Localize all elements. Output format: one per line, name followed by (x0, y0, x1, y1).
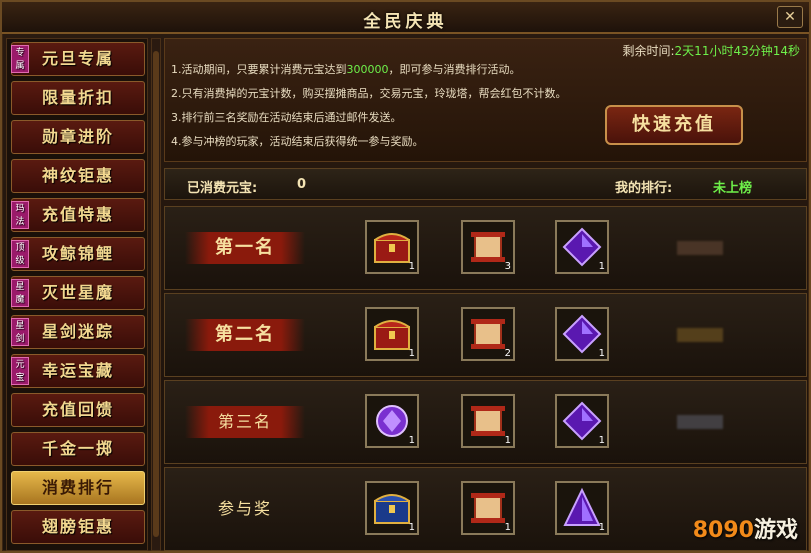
purple-triangle-icon (563, 487, 601, 526)
rule-line: 2.只有消费掉的元宝计数，购买摆摊商品，交易元宝，玲珑塔，帮会红包不计数。 (171, 87, 567, 100)
sidebar-item-star-demon[interactable]: 星魔 灭世星魔 (11, 276, 145, 310)
close-button[interactable]: ✕ (777, 6, 803, 28)
countdown-label: 剩余时间: (622, 44, 675, 58)
sidebar-item-label: 消费排行 (41, 478, 114, 497)
site-watermark-logo: 8090游戏 (692, 518, 798, 543)
tag-badge: 顶级 (11, 240, 29, 268)
sidebar-item-limited-discount[interactable]: 限量折扣 (11, 81, 145, 115)
sidebar-item-rune[interactable]: 神纹钜惠 (11, 159, 145, 193)
window-title: 全民庆典 (363, 12, 448, 32)
info-panel: 剩余时间:2天11小时43分钟14秒 1.活动期间，只要累计消费元宝达到3000… (164, 38, 807, 162)
tag-badge: 星剑 (11, 318, 29, 346)
tag-badge: 专属 (11, 45, 29, 73)
tag-badge: 星魔 (11, 279, 29, 307)
reward-slot[interactable]: 1 (555, 307, 609, 361)
sidebar-item-label: 星剑迷踪 (41, 322, 114, 341)
sidebar-item-wings[interactable]: 翅膀钜惠 (11, 510, 145, 544)
rule-line: 3.排行前三名奖励在活动结束后通过邮件发送。 (171, 111, 402, 124)
rank-label: 第三名 (185, 406, 305, 438)
blurred-player-name (677, 328, 723, 342)
rank-label: 参与奖 (217, 499, 272, 518)
my-rank-value: 未上榜 (713, 181, 753, 196)
treasure-chest-icon (374, 320, 410, 350)
quick-recharge-button[interactable]: 快速充值 (605, 105, 743, 145)
purple-crystal-icon (562, 401, 602, 441)
stats-bar: 已消费元宝: 0 我的排行: 未上榜 (164, 168, 807, 200)
sidebar-item-label: 元旦专属 (41, 49, 114, 68)
treasure-chest-icon (374, 233, 410, 263)
sidebar-item-label: 攻鲸锦鲤 (41, 244, 114, 263)
scrollbar-thumb[interactable] (153, 51, 159, 537)
gem-icon (376, 405, 408, 437)
reward-slot[interactable]: 1 (555, 481, 609, 535)
reward-slot[interactable]: 1 (461, 481, 515, 535)
scroll-icon (471, 319, 505, 349)
sidebar-item-spend-ranking[interactable]: 消费排行 (11, 471, 145, 505)
rule-line: 4.参与冲榜的玩家，活动结束后获得统一参与奖励。 (171, 135, 424, 148)
sidebar: 专属 元旦专属 限量折扣 勋章进阶 神纹钜惠 玛法 充值特惠 顶级 攻鲸锦鲤 星魔 灭世… (6, 38, 148, 551)
reward-slot[interactable]: 1 (555, 220, 609, 274)
countdown-value: 2天11小时43分钟14秒 (674, 44, 800, 58)
scroll-icon (471, 493, 505, 523)
purple-crystal-icon (562, 314, 602, 354)
event-window: 全民庆典 ✕ 专属 元旦专属 限量折扣 勋章进阶 神纹钜惠 玛法 充值特惠 顶级 攻鲸… (0, 0, 811, 553)
sidebar-item-label: 翅膀钜惠 (41, 517, 114, 536)
spent-label: 已消费元宝: (187, 181, 258, 196)
reward-slot[interactable]: 1 (365, 307, 419, 361)
sidebar-item-label: 神纹钜惠 (41, 166, 114, 185)
rank-label: 第一名 (185, 232, 305, 264)
reward-slot[interactable]: 1 (555, 394, 609, 448)
reward-slot[interactable]: 1 (461, 394, 515, 448)
scroll-icon (471, 232, 505, 262)
sidebar-item-star-sword[interactable]: 星剑 星剑迷踪 (11, 315, 145, 349)
tag-badge: 元宝 (11, 357, 29, 385)
reward-slot[interactable]: 1 (365, 481, 419, 535)
sidebar-item-medal[interactable]: 勋章进阶 (11, 120, 145, 154)
sidebar-item-label: 限量折扣 (41, 88, 114, 107)
scrollbar[interactable] (151, 38, 161, 551)
sidebar-item-label: 幸运宝藏 (41, 361, 114, 380)
blurred-player-name (677, 415, 723, 429)
title-bar: 全民庆典 ✕ (2, 2, 809, 34)
reward-slot[interactable]: 1 (365, 220, 419, 274)
purple-crystal-icon (562, 227, 602, 267)
rank-row-3: 第三名 1 1 1 (164, 380, 807, 464)
sidebar-item-label: 灭世星魔 (41, 283, 114, 302)
rank-row-2: 第二名 1 2 1 (164, 293, 807, 377)
rule-line: 1.活动期间，只要累计消费元宝达到300000，即可参与消费排行活动。 (171, 63, 521, 76)
reward-slot[interactable]: 1 (365, 394, 419, 448)
sidebar-item-treasure[interactable]: 元宝 幸运宝藏 (11, 354, 145, 388)
reward-slot[interactable]: 3 (461, 220, 515, 274)
tag-badge: 玛法 (11, 201, 29, 229)
scroll-icon (471, 406, 505, 436)
sidebar-item-new-year[interactable]: 专属 元旦专属 (11, 42, 145, 76)
sidebar-item-label: 充值特惠 (41, 205, 114, 224)
reward-slot[interactable]: 2 (461, 307, 515, 361)
blurred-player-name (677, 241, 723, 255)
sidebar-item-recharge-special[interactable]: 玛法 充值特惠 (11, 198, 145, 232)
sidebar-item-label: 千金一掷 (41, 439, 114, 458)
sidebar-item-label: 充值回馈 (41, 400, 114, 419)
rank-label: 第二名 (185, 319, 305, 351)
rank-row-1: 第一名 1 3 1 (164, 206, 807, 290)
blue-chest-icon (374, 494, 410, 524)
sidebar-item-big-spend[interactable]: 千金一掷 (11, 432, 145, 466)
sidebar-item-recharge-reward[interactable]: 充值回馈 (11, 393, 145, 427)
sidebar-item-label: 勋章进阶 (41, 127, 114, 146)
rank-row-participation: 参与奖 1 1 1 8090游戏 (164, 467, 807, 551)
sidebar-item-koi[interactable]: 顶级 攻鲸锦鲤 (11, 237, 145, 271)
spent-value: 0 (297, 177, 307, 192)
my-rank-label: 我的排行: (615, 181, 673, 196)
countdown: 剩余时间:2天11小时43分钟14秒 (623, 42, 801, 59)
